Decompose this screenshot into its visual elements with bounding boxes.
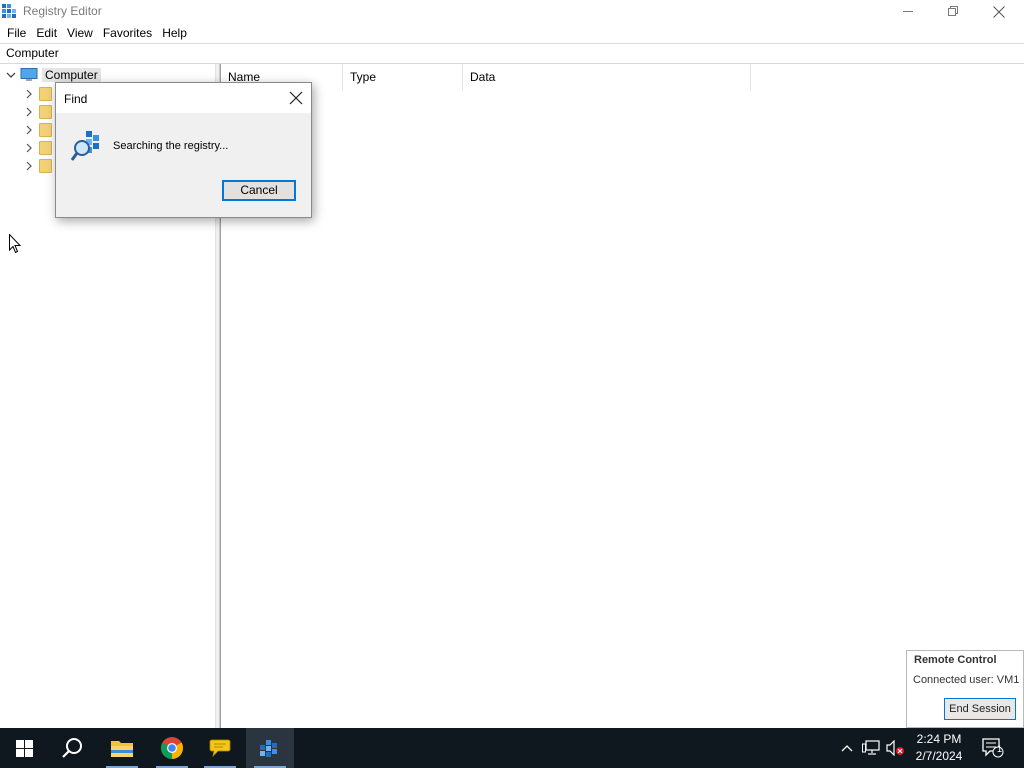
mouse-pointer-icon	[9, 234, 22, 254]
taskbar-clock[interactable]: 2:24 PM 2/7/2024	[908, 731, 970, 765]
chat-icon	[209, 739, 231, 758]
tree-item[interactable]	[24, 139, 52, 157]
column-header-data[interactable]: Data	[463, 64, 751, 90]
tree-item[interactable]	[24, 157, 52, 175]
menu-favorites[interactable]: Favorites	[98, 23, 157, 43]
clock-date: 2/7/2024	[915, 749, 963, 763]
registry-editor-icon	[260, 740, 277, 757]
menu-view[interactable]: View	[62, 23, 98, 43]
volume-muted-icon	[886, 740, 904, 756]
tree-root-label[interactable]: Computer	[42, 68, 101, 82]
chevron-up-icon	[841, 745, 853, 752]
cancel-button[interactable]: Cancel	[222, 180, 296, 201]
chevron-right-icon[interactable]	[24, 107, 34, 117]
clock-time: 2:24 PM	[916, 732, 962, 746]
remote-control-panel: Remote Control Connected user: VM1 End S…	[906, 650, 1024, 728]
chevron-right-icon[interactable]	[24, 89, 34, 99]
registry-editor-app-icon	[2, 4, 16, 18]
folder-icon	[39, 105, 52, 119]
action-center-button[interactable]: 1	[978, 728, 1008, 768]
notification-count: 1	[997, 744, 1003, 754]
close-icon	[992, 5, 1005, 18]
restore-button[interactable]	[931, 0, 976, 23]
volume-tray-button[interactable]	[884, 728, 906, 768]
column-header-type[interactable]: Type	[343, 64, 463, 90]
chevron-right-icon[interactable]	[24, 143, 34, 153]
tree-item[interactable]	[24, 121, 52, 139]
find-dialog: Find Searching the registry... Cancel	[55, 82, 312, 218]
connected-user-label: Connected user: VM1	[913, 674, 1020, 686]
taskbar-file-explorer[interactable]	[98, 728, 146, 768]
network-tray-button[interactable]	[860, 728, 882, 768]
end-session-button[interactable]: End Session	[944, 698, 1016, 720]
folder-icon	[39, 87, 52, 101]
minimize-button[interactable]	[886, 0, 931, 23]
minimize-icon	[903, 11, 913, 12]
searching-message: Searching the registry...	[113, 140, 229, 152]
restore-icon	[948, 6, 958, 16]
taskbar-chat-app[interactable]	[196, 728, 244, 768]
values-list-pane[interactable]: Name Type Data	[220, 64, 1024, 728]
menu-edit[interactable]: Edit	[31, 23, 62, 43]
file-explorer-icon	[111, 741, 133, 757]
search-icon	[62, 738, 82, 758]
chevron-right-icon[interactable]	[24, 161, 34, 171]
search-button[interactable]	[48, 728, 96, 768]
network-icon	[862, 740, 880, 755]
remote-control-title: Remote Control	[914, 654, 997, 666]
close-icon[interactable]	[287, 89, 305, 107]
chevron-down-icon[interactable]	[6, 70, 16, 80]
menu-file[interactable]: File	[2, 23, 31, 43]
folder-icon	[39, 123, 52, 137]
tree-item[interactable]	[24, 85, 52, 103]
computer-icon	[20, 68, 38, 81]
menu-bar: File Edit View Favorites Help	[0, 23, 1024, 43]
title-bar: Registry Editor	[0, 0, 1024, 23]
taskbar-chrome[interactable]	[148, 728, 196, 768]
chevron-right-icon[interactable]	[24, 125, 34, 135]
find-dialog-title-bar: Find	[56, 83, 311, 113]
window-title: Registry Editor	[23, 4, 102, 18]
find-dialog-title: Find	[64, 92, 88, 106]
folder-icon	[39, 159, 52, 173]
registry-search-icon	[70, 131, 99, 161]
menu-help[interactable]: Help	[157, 23, 192, 43]
folder-icon	[39, 141, 52, 155]
taskbar-registry-editor[interactable]	[246, 728, 294, 768]
close-button[interactable]	[976, 0, 1021, 23]
tree-item[interactable]	[24, 103, 52, 121]
windows-start-icon	[15, 739, 33, 757]
taskbar: 2:24 PM 2/7/2024 1	[0, 728, 1024, 768]
start-button[interactable]	[0, 728, 48, 768]
chrome-icon	[161, 737, 183, 759]
show-hidden-icons-button[interactable]	[838, 728, 856, 768]
find-dialog-body: Searching the registry... Cancel	[56, 113, 311, 217]
list-header: Name Type Data	[221, 64, 1024, 90]
address-bar[interactable]: Computer	[0, 43, 1024, 64]
